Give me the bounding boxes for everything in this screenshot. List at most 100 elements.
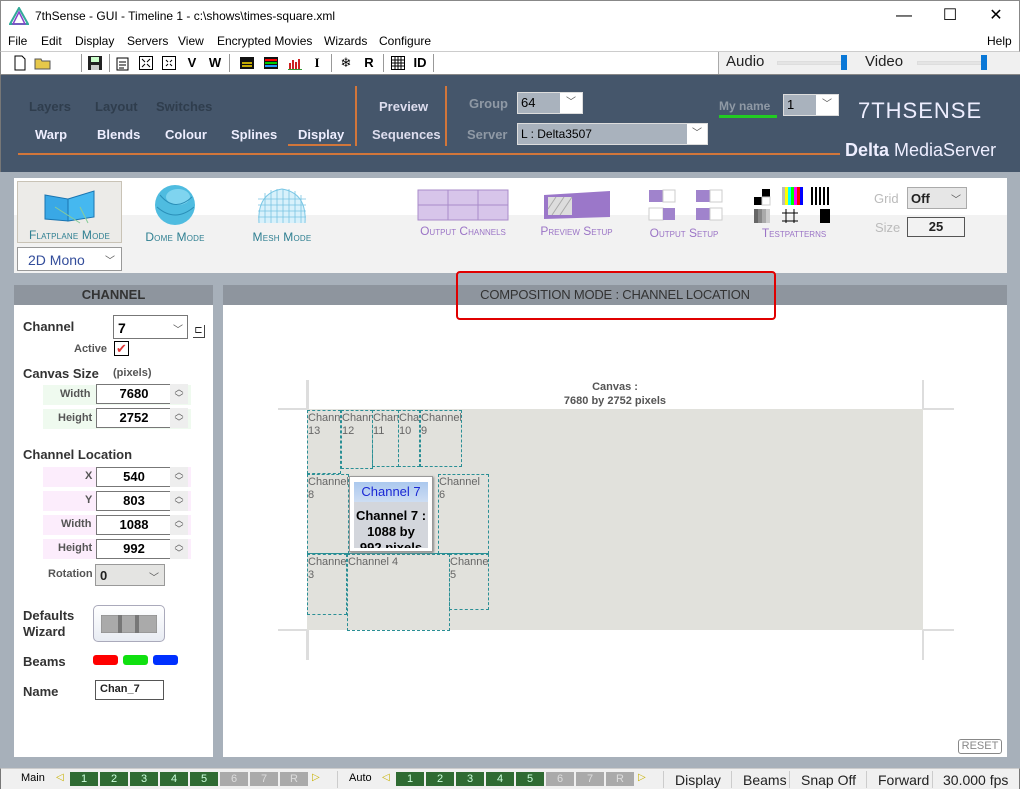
menu-edit[interactable]: Edit (41, 34, 62, 48)
size-input[interactable]: 25 (907, 217, 965, 237)
server-select[interactable]: L : Delta3507 ﹀ (517, 123, 708, 145)
main-slot-5[interactable]: 5 (190, 772, 218, 786)
menu-file[interactable]: File (8, 34, 27, 48)
nav-sequences[interactable]: Sequences (372, 127, 441, 142)
defaults-wizard-button[interactable] (93, 605, 165, 642)
auto-slot-5[interactable]: 5 (516, 772, 544, 786)
canvas-width-input[interactable]: 7680 (96, 384, 172, 404)
auto-slot-4[interactable]: 4 (486, 772, 514, 786)
nav-preview[interactable]: Preview (379, 99, 428, 114)
channel-6-rect[interactable]: Channel 6 (438, 474, 489, 554)
channel-11-rect[interactable]: Channel11 (372, 410, 399, 467)
active-checkbox[interactable]: ✔ (114, 341, 129, 356)
menu-encrypted-movies[interactable]: Encrypted Movies (217, 34, 312, 48)
nav-blends[interactable]: Blends (97, 127, 140, 142)
close-button[interactable]: ✕ (973, 1, 1019, 32)
r-button[interactable]: R (362, 54, 376, 72)
canvas-height-spinner[interactable]: ︿ ﹀ (170, 408, 188, 428)
i-button[interactable]: I (311, 54, 323, 72)
levels-icon[interactable] (287, 54, 303, 72)
y-spinner[interactable]: ︿ ﹀ (170, 491, 188, 511)
open-folder-icon[interactable] (34, 54, 52, 72)
channel-select[interactable]: 7 ﹀ (113, 315, 188, 339)
snowflake-icon[interactable]: ❄ (338, 54, 354, 72)
output-channels-button[interactable]: Output Channels (412, 181, 514, 243)
audio-slider-thumb[interactable] (841, 55, 847, 70)
beam-red-swatch[interactable] (93, 655, 118, 665)
channel-9-rect[interactable]: Channel 9 (420, 410, 462, 467)
beam-green-swatch[interactable] (123, 655, 148, 665)
stereo-mode-select[interactable]: 2D Mono ﹀ (17, 247, 122, 271)
v-button[interactable]: V (185, 54, 199, 72)
x-spinner[interactable]: ︿ ﹀ (170, 467, 188, 487)
display-a-icon[interactable] (239, 54, 255, 72)
save-icon[interactable] (87, 54, 103, 72)
menu-servers[interactable]: Servers (127, 34, 168, 48)
menu-configure[interactable]: Configure (379, 34, 431, 48)
mesh-mode-button[interactable]: Mesh Mode (240, 181, 324, 244)
output-setup-button[interactable]: Output Setup (639, 181, 729, 243)
auto-slot-1[interactable]: 1 (396, 772, 424, 786)
display-b-icon[interactable] (263, 54, 279, 72)
menu-view[interactable]: View (178, 34, 204, 48)
flatplane-mode-button[interactable]: Flatplane Mode (17, 181, 122, 243)
canvas-width-spinner[interactable]: ︿ ﹀ (170, 384, 188, 404)
channel-12-rect[interactable]: Channel12 (341, 410, 373, 469)
dome-mode-button[interactable]: Dome Mode (130, 181, 220, 244)
width-spinner[interactable]: ︿ ﹀ (170, 515, 188, 535)
minimize-button[interactable]: — (881, 1, 927, 32)
auto-slot-7[interactable]: 7 (576, 772, 604, 786)
auto-slot-2[interactable]: 2 (426, 772, 454, 786)
expand-icon[interactable] (138, 54, 154, 72)
my-name-select[interactable]: 1 ﹀ (783, 94, 839, 116)
channel-4-rect[interactable]: Channel 4 (347, 554, 450, 631)
direction-status[interactable]: Forward (878, 772, 929, 788)
main-next-icon[interactable]: ▷ (312, 772, 320, 783)
properties-icon[interactable] (115, 54, 131, 72)
channel-5-rect[interactable]: Channel 5 (449, 554, 489, 610)
group-select[interactable]: 64 ﹀ (517, 92, 583, 114)
grid-select[interactable]: Off ﹀ (907, 187, 967, 209)
audio-slider[interactable] (777, 61, 847, 65)
nav-layers[interactable]: Layers (29, 99, 71, 114)
menu-help[interactable]: Help (987, 34, 1012, 48)
main-slot-4[interactable]: 4 (160, 772, 188, 786)
channel-3-rect[interactable]: Channel 3 (307, 554, 347, 615)
maximize-button[interactable]: ☐ (927, 1, 973, 32)
collapse-icon[interactable] (161, 54, 177, 72)
height-input[interactable]: 992 (96, 539, 172, 559)
name-input[interactable]: Chan_7 (95, 680, 164, 700)
w-button[interactable]: W (206, 54, 224, 72)
auto-slot-6[interactable]: 6 (546, 772, 574, 786)
auto-next-icon[interactable]: ▷ (638, 772, 646, 783)
y-input[interactable]: 803 (96, 491, 172, 511)
channel-8-rect[interactable]: Channel 8 (307, 474, 349, 554)
channel-pick-button[interactable]: ⊏ (193, 325, 205, 338)
nav-display[interactable]: Display (298, 127, 344, 142)
new-file-icon[interactable] (13, 54, 27, 72)
menu-wizards[interactable]: Wizards (324, 34, 367, 48)
menu-display[interactable]: Display (75, 34, 114, 48)
grid-icon[interactable] (390, 54, 406, 72)
snap-status[interactable]: Snap Off (801, 772, 856, 788)
beams-status[interactable]: Beams (743, 772, 787, 788)
main-slot-6[interactable]: 6 (220, 772, 248, 786)
canvas-height-input[interactable]: 2752 (96, 408, 172, 428)
auto-slot-r[interactable]: R (606, 772, 634, 786)
video-slider[interactable] (917, 61, 987, 65)
main-slot-3[interactable]: 3 (130, 772, 158, 786)
nav-splines[interactable]: Splines (231, 127, 277, 142)
reset-button[interactable]: RESET (958, 739, 1002, 754)
channel-13-rect[interactable]: Channel13 (307, 410, 341, 474)
main-slot-1[interactable]: 1 (70, 772, 98, 786)
nav-switches[interactable]: Switches (156, 99, 212, 114)
nav-layout[interactable]: Layout (95, 99, 138, 114)
width-input[interactable]: 1088 (96, 515, 172, 535)
preview-setup-button[interactable]: Preview Setup (529, 181, 624, 243)
id-button[interactable]: ID (411, 54, 429, 72)
rotation-select[interactable]: 0 ﹀ (95, 564, 165, 586)
height-spinner[interactable]: ︿ ﹀ (170, 539, 188, 559)
beam-blue-swatch[interactable] (153, 655, 178, 665)
x-input[interactable]: 540 (96, 467, 172, 487)
channel-7-tooltip[interactable]: Channel 7 Channel 7 : 1088 by 992 pixels (349, 476, 433, 552)
